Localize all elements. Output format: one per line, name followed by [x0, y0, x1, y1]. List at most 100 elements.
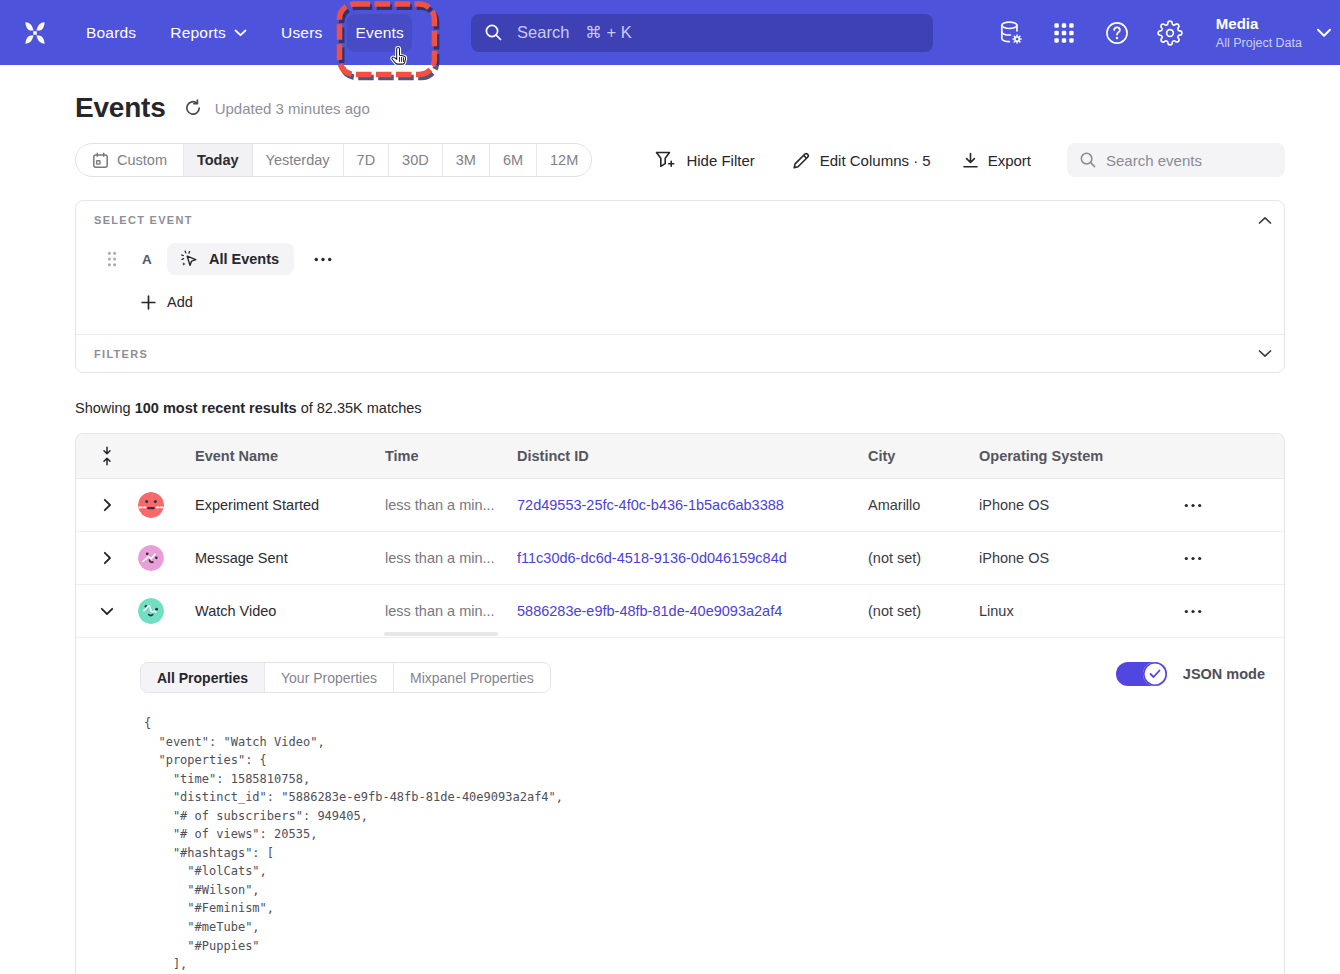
cell-distinct-id-link[interactable]: 5886283e-e9fb-48fb-81de-40e9093a2af4 [517, 603, 782, 619]
cell-distinct-id-link[interactable]: f11c30d6-dc6d-4518-9136-0d046159c84d [517, 550, 787, 566]
column-header-city[interactable]: City [868, 448, 979, 464]
results-prefix: Showing [75, 400, 135, 416]
cell-time[interactable]: less than a min... [385, 550, 517, 566]
tab-all-properties[interactable]: All Properties [141, 663, 265, 692]
nav-item-reports[interactable]: Reports [170, 24, 247, 42]
json-mode-control: JSON mode [1116, 662, 1265, 686]
events-table: Event Name Time Distinct ID City Operati… [75, 433, 1285, 974]
column-header-time[interactable]: Time [385, 448, 517, 464]
cell-distinct-id-link[interactable]: 72d49553-25fc-4f0c-b436-1b5ac6ab3388 [517, 497, 784, 513]
event-cursor-icon [179, 249, 199, 269]
apps-grid-icon[interactable] [1051, 20, 1077, 46]
actions-cell [1184, 503, 1284, 508]
cell-distinct-id: 72d49553-25fc-4f0c-b436-1b5ac6ab3388 [517, 497, 868, 513]
export-label: Export [988, 152, 1031, 169]
edit-columns-label: Edit Columns · 5 [820, 152, 931, 169]
add-event-button[interactable]: Add [141, 290, 1272, 314]
event-more-icon[interactable] [314, 257, 332, 262]
tab-your-properties[interactable]: Your Properties [265, 663, 394, 692]
pencil-icon [792, 151, 811, 170]
date-range-custom[interactable]: Custom [76, 144, 184, 176]
json-mode-label: JSON mode [1183, 666, 1265, 682]
data-management-icon[interactable] [998, 20, 1024, 46]
date-range-12m[interactable]: 12M [537, 144, 591, 176]
row-more-icon[interactable] [1184, 503, 1202, 508]
tab-mixpanel-properties[interactable]: Mixpanel Properties [394, 663, 550, 692]
nav-item-events[interactable]: Events [347, 14, 412, 52]
cell-city: (not set) [868, 550, 979, 566]
date-range-control: Custom Today Yesterday 7D 30D 3M 6M 12M [75, 143, 592, 177]
cell-city: (not set) [868, 603, 979, 619]
row-more-icon[interactable] [1184, 556, 1202, 561]
row-more-icon[interactable] [1184, 609, 1202, 614]
controls-row: Custom Today Yesterday 7D 30D 3M 6M 12M … [75, 143, 1285, 177]
avatar-cell [138, 545, 195, 571]
select-event-section: SELECT EVENT A [76, 201, 1284, 314]
collapse-chevron-up-icon[interactable] [1258, 216, 1272, 225]
filters-chevron-down-icon[interactable] [1258, 349, 1272, 358]
mixpanel-logo[interactable] [21, 19, 49, 47]
results-suffix: of 82.35K matches [297, 400, 422, 416]
cell-os: Linux [979, 603, 1184, 619]
date-range-30d[interactable]: 30D [389, 144, 443, 176]
project-switcher[interactable]: Media All Project Data [1216, 14, 1302, 52]
main-content: Events Updated 3 minutes ago Custom Toda… [75, 91, 1285, 974]
date-range-today[interactable]: Today [184, 144, 253, 176]
date-range-yesterday[interactable]: Yesterday [253, 144, 344, 176]
all-events-label: All Events [209, 251, 279, 267]
search-events-box [1067, 143, 1285, 177]
expand-chevron-right-icon[interactable] [103, 551, 112, 565]
title-row: Events Updated 3 minutes ago [75, 91, 1285, 125]
updated-timestamp: Updated 3 minutes ago [215, 100, 370, 117]
export-button[interactable]: Export [962, 152, 1031, 169]
time-cell-scrollbar[interactable] [384, 632, 498, 636]
toggle-knob [1143, 662, 1167, 686]
column-header-distinct-id[interactable]: Distinct ID [517, 448, 868, 464]
expand-chevron-down-icon[interactable] [100, 607, 114, 616]
cell-time[interactable]: less than a min... [385, 603, 517, 619]
filter-funnel-icon [655, 151, 677, 169]
nav-item-users[interactable]: Users [281, 24, 322, 42]
avatar-cell [138, 598, 195, 624]
project-chevron-down-icon[interactable] [1316, 28, 1332, 38]
search-events-icon [1079, 151, 1097, 169]
search-events-input[interactable] [1106, 152, 1266, 169]
refresh-icon[interactable] [184, 99, 202, 117]
expand-chevron-right-icon[interactable] [103, 498, 112, 512]
drag-handle-icon[interactable] [107, 251, 117, 267]
date-range-3m[interactable]: 3M [443, 144, 490, 176]
settings-gear-icon[interactable] [1157, 20, 1183, 46]
date-range-6m[interactable]: 6M [490, 144, 537, 176]
page-title: Events [75, 92, 166, 124]
calendar-icon [92, 152, 109, 169]
row-detail-panel: All Properties Your Properties Mixpanel … [76, 638, 1284, 693]
cell-city: Amarillo [868, 497, 979, 513]
cell-distinct-id: 5886283e-e9fb-48fb-81de-40e9093a2af4 [517, 603, 868, 619]
cell-distinct-id: f11c30d6-dc6d-4518-9136-0d046159c84d [517, 550, 868, 566]
column-header-os[interactable]: Operating System [979, 448, 1184, 464]
top-navbar: Boards Reports Users Events Search ⌘ + K [0, 0, 1340, 65]
global-search-placeholder: Search [517, 23, 569, 42]
hide-filter-label: Hide Filter [686, 152, 754, 169]
cell-event-name: Message Sent [195, 550, 385, 566]
nav-item-boards[interactable]: Boards [86, 24, 136, 42]
column-header-event-name[interactable]: Event Name [195, 448, 385, 464]
chevron-down-icon [234, 29, 247, 37]
json-mode-toggle[interactable] [1116, 662, 1167, 686]
cell-event-name: Experiment Started [195, 497, 385, 513]
actions-cell [1184, 556, 1284, 561]
help-icon[interactable] [1104, 20, 1130, 46]
expander-cell [76, 498, 138, 512]
sort-collapse-icon[interactable] [100, 446, 114, 466]
nav-item-reports-label: Reports [170, 24, 226, 42]
global-search[interactable]: Search ⌘ + K [471, 14, 933, 52]
all-events-button[interactable]: All Events [167, 243, 294, 275]
navbar-right: Media All Project Data [998, 14, 1340, 52]
hide-filter-button[interactable]: Hide Filter [655, 151, 754, 169]
table-row-expanded: Watch Video less than a min... 5886283e-… [76, 585, 1284, 638]
event-json: { "event": "Watch Video", "properties": … [144, 714, 1284, 974]
edit-columns-button[interactable]: Edit Columns · 5 [792, 151, 931, 170]
cell-time[interactable]: less than a min... [385, 497, 517, 513]
filters-section[interactable]: FILTERS [76, 335, 1284, 372]
date-range-7d[interactable]: 7D [344, 144, 390, 176]
